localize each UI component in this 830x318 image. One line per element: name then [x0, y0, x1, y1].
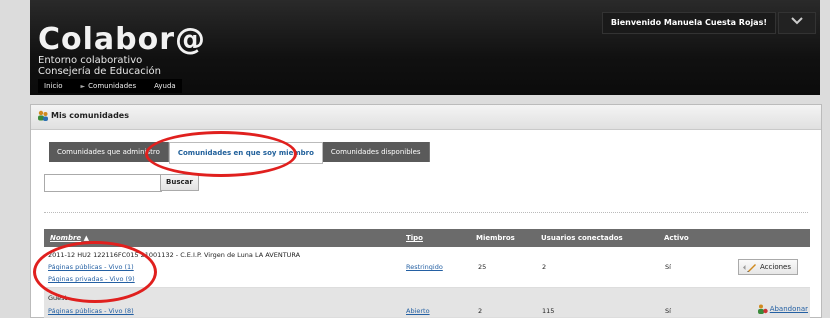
search-input[interactable]: [44, 174, 162, 192]
app-header: Colabor@ Entorno colaborativo Consejería…: [30, 0, 820, 95]
col-activo: Activo: [664, 234, 689, 242]
col-usuarios: Usuarios conectados: [541, 234, 623, 242]
tab-disponibles[interactable]: Comunidades disponibles: [322, 142, 430, 162]
subtitle-line-1: Entorno colaborativo: [38, 55, 143, 66]
arrow-right-icon: ►: [80, 83, 86, 90]
community-name: 2011-12 HU2 122116FC015 21001132 - C.E.I…: [48, 251, 301, 259]
group-icon: [38, 110, 48, 121]
members-count: 2: [478, 307, 483, 315]
col-tipo[interactable]: Tipo: [406, 234, 423, 242]
app-subtitle: Entorno colaborativo Consejería de Educa…: [38, 55, 238, 77]
app-logo[interactable]: Colabor@: [38, 22, 206, 57]
type-link[interactable]: Abierto: [406, 307, 430, 315]
table-row: Guest Páginas públicas - Vivo (8) Abiert…: [44, 288, 810, 318]
table-header: Nombre ▲ Tipo Miembros Usuarios conectad…: [44, 229, 810, 247]
panel-title: Mis comunidades: [51, 111, 129, 120]
actions-label: Acciones: [760, 263, 791, 271]
divider: [44, 212, 808, 213]
public-pages-link[interactable]: Páginas públicas - Vivo (1): [48, 263, 134, 271]
col-miembros: Miembros: [476, 234, 515, 242]
private-pages-link[interactable]: Páginas privadas - Vivo (9): [48, 275, 135, 283]
user-menu-button[interactable]: [778, 12, 816, 34]
main-nav: Inicio ► Comunidades Ayuda: [38, 79, 182, 93]
welcome-user: Bienvenido Manuela Cuesta Rojas!: [601, 12, 776, 34]
connected-count: 2: [542, 263, 547, 271]
public-pages-link[interactable]: Páginas públicas - Vivo (8): [48, 307, 134, 315]
col-nombre[interactable]: Nombre ▲: [50, 234, 89, 242]
active-status: Sí: [665, 307, 671, 315]
tab-miembro[interactable]: Comunidades en que soy miembro: [168, 142, 323, 164]
actions-button[interactable]: Acciones: [738, 259, 798, 275]
active-status: Sí: [665, 263, 671, 271]
col-nombre-label: Nombre: [50, 234, 82, 242]
nav-item-ayuda[interactable]: Ayuda: [154, 79, 176, 93]
communities-panel: Mis comunidades Comunidades que administ…: [30, 104, 822, 318]
chevron-down-icon: [791, 17, 803, 25]
community-tabs: Comunidades que administro Comunidades e…: [49, 142, 430, 164]
nav-item-comunidades[interactable]: ► Comunidades: [81, 79, 137, 93]
tab-administro[interactable]: Comunidades que administro: [49, 142, 169, 162]
type-link[interactable]: Restringido: [406, 263, 443, 271]
nav-item-label: Comunidades: [88, 82, 137, 90]
table-row: 2011-12 HU2 122116FC015 21001132 - C.E.I…: [44, 247, 810, 288]
nav-item-inicio[interactable]: Inicio: [44, 79, 63, 93]
group-leave-icon: [757, 304, 768, 314]
leave-link[interactable]: Abandonar: [757, 304, 808, 314]
edit-icon: [743, 263, 757, 272]
panel-header: Mis comunidades: [31, 105, 821, 130]
leave-label: Abandonar: [769, 305, 808, 313]
members-count: 25: [478, 263, 487, 271]
connected-count: 115: [542, 307, 555, 315]
community-name: Guest: [48, 294, 68, 302]
search-button[interactable]: Buscar: [160, 174, 199, 191]
subtitle-line-2: Consejería de Educación: [38, 66, 161, 77]
sort-asc-icon: ▲: [83, 234, 89, 242]
